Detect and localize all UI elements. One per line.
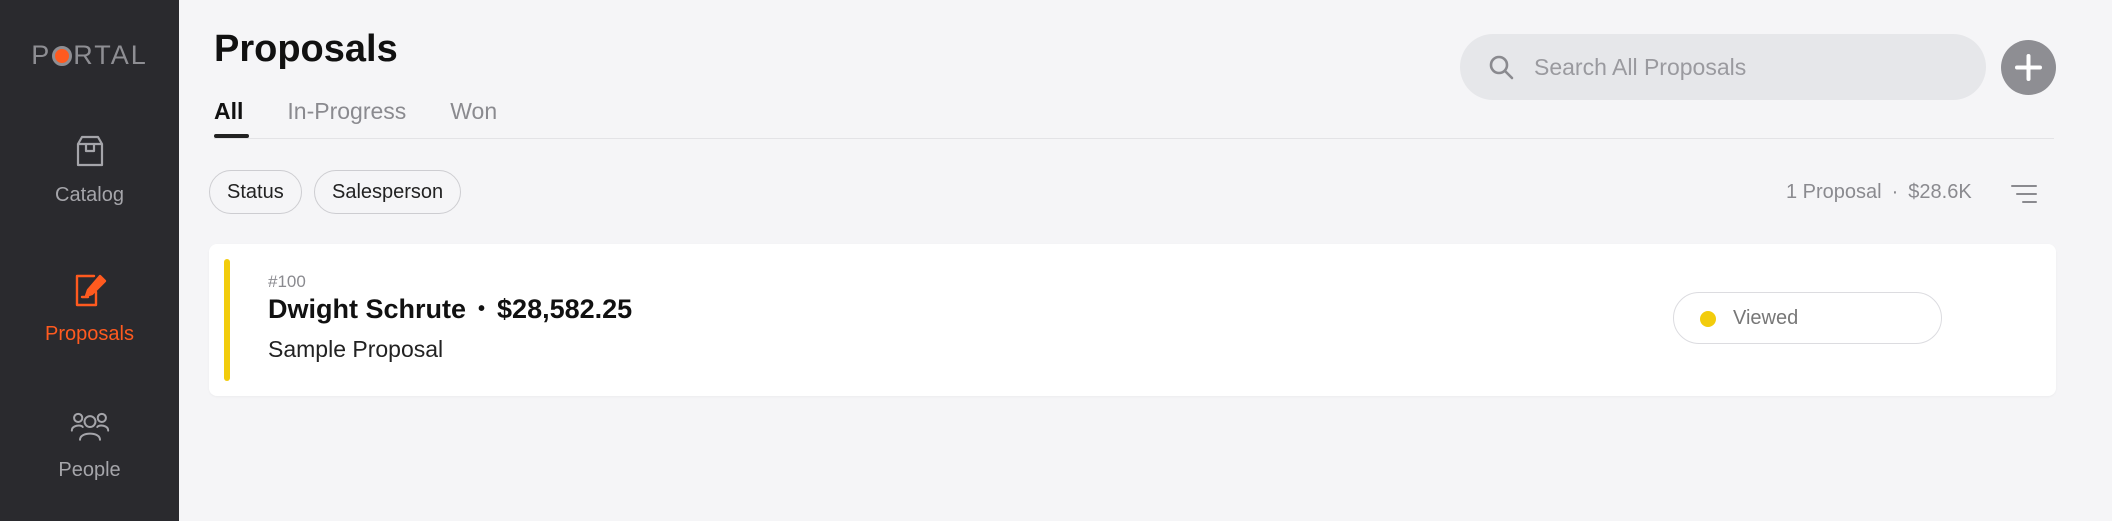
sidebar: P RTAL Catalog Proposals People bbox=[0, 0, 179, 521]
tab-divider bbox=[214, 138, 2054, 139]
sidebar-item-label: Proposals bbox=[45, 323, 134, 345]
sidebar-item-people[interactable]: People bbox=[0, 407, 179, 482]
status-accent-bar bbox=[224, 259, 230, 381]
sort-icon[interactable] bbox=[2011, 182, 2037, 206]
search-bar[interactable] bbox=[1460, 34, 1986, 100]
proposal-name: Sample Proposal bbox=[268, 336, 444, 362]
status-filter-chip[interactable]: Status bbox=[209, 170, 302, 214]
people-icon bbox=[70, 412, 109, 441]
proposal-count: 1 Proposal bbox=[1786, 181, 1882, 203]
proposal-summary: 1 Proposal · $28.6K bbox=[1786, 181, 1972, 204]
page-title: Proposals bbox=[214, 28, 398, 70]
main-content: Proposals All In-Progress Won Status Sal… bbox=[179, 0, 2112, 521]
proposal-title-line: Dwight Schrute • $28,582.25 bbox=[268, 294, 632, 325]
proposal-amount: $28,582.25 bbox=[497, 294, 633, 324]
box-icon bbox=[76, 135, 103, 167]
tab-in-progress[interactable]: In-Progress bbox=[287, 98, 406, 138]
tab-won[interactable]: Won bbox=[450, 98, 497, 138]
search-icon bbox=[1489, 55, 1514, 80]
portal-logo[interactable]: P RTAL bbox=[0, 40, 179, 71]
status-dot-icon bbox=[1700, 311, 1716, 327]
proposal-number: #100 bbox=[268, 272, 306, 291]
tab-bar: All In-Progress Won bbox=[214, 98, 541, 138]
proposal-card[interactable]: #100 Dwight Schrute • $28,582.25 Sample Pr… bbox=[209, 244, 2056, 396]
summary-separator: · bbox=[1891, 181, 1899, 203]
proposal-total: $28.6K bbox=[1908, 181, 1972, 203]
logo-text-end: RTAL bbox=[73, 40, 148, 70]
salesperson-filter-chip[interactable]: Salesperson bbox=[314, 170, 462, 214]
document-edit-icon bbox=[75, 274, 106, 307]
plus-icon bbox=[2015, 54, 2042, 81]
add-proposal-button[interactable] bbox=[2001, 40, 2056, 95]
search-input[interactable] bbox=[1534, 34, 1954, 100]
logo-dot-icon bbox=[52, 46, 73, 66]
status-label: Viewed bbox=[1733, 307, 1799, 329]
status-badge: Viewed bbox=[1673, 292, 1942, 344]
sidebar-item-label: People bbox=[58, 459, 121, 481]
logo-text-start: P bbox=[31, 40, 52, 70]
tab-all[interactable]: All bbox=[214, 98, 250, 138]
title-separator: • bbox=[478, 298, 486, 320]
client-name: Dwight Schrute bbox=[268, 294, 467, 324]
sidebar-item-catalog[interactable]: Catalog bbox=[0, 132, 179, 207]
sidebar-item-label: Catalog bbox=[55, 184, 124, 206]
sidebar-item-proposals[interactable]: Proposals bbox=[0, 271, 179, 346]
